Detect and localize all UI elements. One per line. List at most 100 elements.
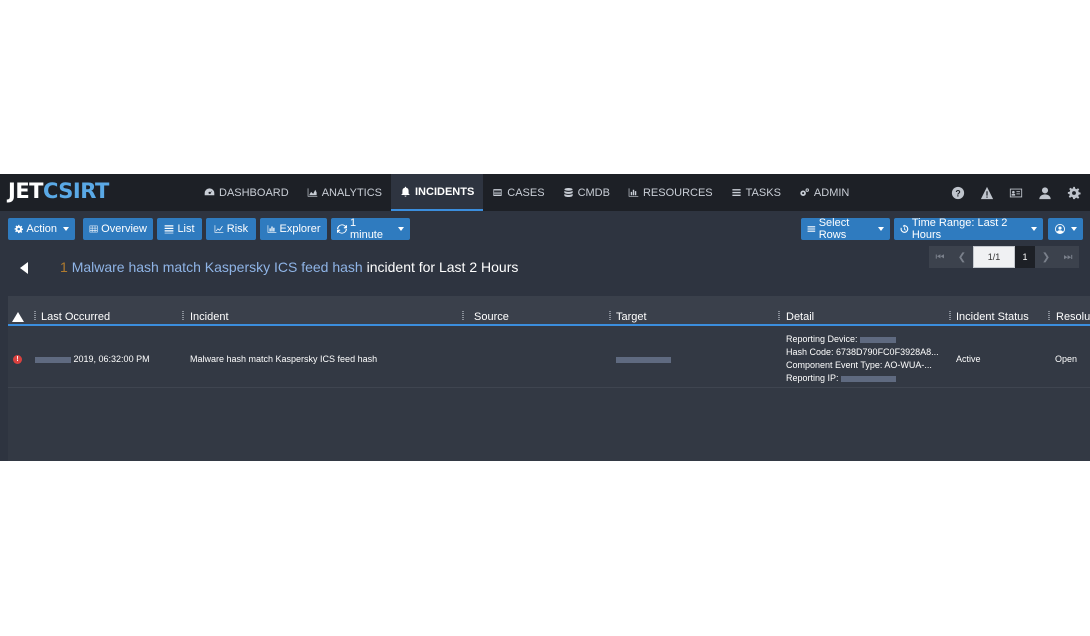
list-icon	[807, 226, 816, 232]
error-icon: !	[13, 355, 22, 364]
bell-icon	[401, 186, 410, 197]
warning-icon	[12, 312, 24, 322]
nav-admin[interactable]: ADMIN	[790, 174, 858, 211]
gear-icon	[14, 224, 24, 234]
user-settings-dropdown[interactable]	[1048, 218, 1083, 240]
cell-target	[616, 354, 671, 364]
nav-analytics-label: ANALYTICS	[321, 186, 382, 199]
col-source[interactable]: Source	[474, 311, 509, 323]
col-resolution[interactable]: Resolu	[1056, 311, 1090, 323]
database-icon	[563, 188, 573, 197]
overview-button[interactable]: Overview	[83, 218, 153, 240]
detail-reporting-device: Reporting Device:	[786, 333, 939, 346]
cogs-icon	[800, 188, 809, 196]
action-dropdown-button[interactable]: Action	[8, 218, 75, 240]
chevron-down-icon	[398, 227, 404, 231]
chevron-down-icon	[878, 227, 884, 231]
refresh-icon	[337, 224, 347, 234]
page-title: 1 Malware hash match Kaspersky ICS feed …	[60, 259, 518, 275]
nav-analytics[interactable]: ANALYTICS	[298, 174, 391, 211]
tasks-icon	[732, 189, 741, 196]
brand-logo[interactable]: JETCSIRT	[8, 179, 109, 203]
id-card-icon[interactable]	[1008, 185, 1024, 201]
detail-component-event-type: Component Event Type: AO-WUA-...	[786, 360, 932, 370]
select-rows-dropdown[interactable]: Select Rows	[801, 217, 890, 241]
cases-icon	[493, 189, 502, 196]
first-page-icon[interactable]: ⏮	[929, 246, 951, 268]
redacted-block	[35, 356, 71, 363]
nav-tasks[interactable]: TASKS	[722, 174, 790, 211]
cell-resolution: Open	[1055, 354, 1078, 364]
user-icon[interactable]	[1037, 185, 1053, 201]
last-occurred-value: 2019, 06:32:00 PM	[73, 354, 150, 364]
column-resize-handle[interactable]	[1048, 311, 1050, 320]
redacted-block	[616, 356, 671, 363]
nav-dashboard[interactable]: DASHBOARD	[195, 174, 298, 211]
col-detail[interactable]: Detail	[786, 311, 814, 323]
nav-resources[interactable]: RESOURCES	[619, 174, 722, 211]
list-button[interactable]: List	[157, 218, 202, 240]
explorer-label: Explorer	[279, 223, 321, 235]
column-resize-handle[interactable]	[949, 311, 951, 320]
line-chart-icon	[214, 225, 224, 233]
prev-page-icon[interactable]: ❮	[951, 246, 973, 268]
page-number[interactable]: 1	[1015, 246, 1035, 268]
incident-count: 1	[60, 259, 68, 275]
chevron-down-icon	[63, 227, 69, 231]
bar-chart-icon	[267, 225, 276, 233]
select-rows-label: Select Rows	[818, 217, 850, 241]
column-resize-handle[interactable]	[34, 311, 36, 320]
nav-cases[interactable]: CASES	[483, 174, 553, 211]
col-last-occurred[interactable]: Last Occurred	[41, 311, 110, 323]
last-page-icon[interactable]: ⏭	[1057, 246, 1079, 268]
overview-label: Overview	[101, 223, 147, 235]
detail-hash-code: Hash Code: 6738D790FC0F3928A8...	[786, 347, 939, 357]
main-nav: DASHBOARD ANALYTICS INCIDENTS CASES CMDB…	[195, 174, 858, 211]
redacted-block	[860, 336, 897, 343]
refresh-label: 1 minute	[349, 217, 383, 241]
explorer-button[interactable]: Explorer	[260, 218, 327, 240]
gear-icon[interactable]	[1066, 185, 1082, 201]
history-icon	[900, 224, 909, 233]
nav-admin-label: ADMIN	[813, 186, 850, 199]
nav-tasks-label: TASKS	[745, 186, 781, 199]
chevron-down-icon	[1031, 227, 1037, 231]
risk-button[interactable]: Risk	[206, 218, 256, 240]
nav-cmdb[interactable]: CMDB	[554, 174, 619, 211]
warning-icon[interactable]	[979, 185, 995, 201]
action-label: Action	[26, 223, 57, 235]
column-resize-handle[interactable]	[609, 311, 611, 320]
time-range-dropdown[interactable]: Time Range: Last 2 Hours	[894, 217, 1043, 241]
chevron-down-icon	[1070, 227, 1077, 231]
nav-incidents-label: INCIDENTS	[415, 185, 475, 198]
column-resize-handle[interactable]	[462, 311, 464, 320]
dashboard-icon	[204, 188, 215, 196]
list-icon	[165, 225, 174, 234]
next-page-icon[interactable]: ❯	[1035, 246, 1057, 268]
nav-incidents[interactable]: INCIDENTS	[391, 174, 484, 211]
svg-text:?: ?	[955, 188, 960, 198]
col-incident-status[interactable]: Incident Status	[956, 311, 1029, 323]
list-label: List	[177, 223, 195, 235]
col-target[interactable]: Target	[616, 311, 647, 323]
incident-name-link[interactable]: Malware hash match Kaspersky ICS feed ha…	[72, 259, 363, 275]
risk-label: Risk	[226, 223, 249, 235]
top-navbar: JETCSIRT DASHBOARD ANALYTICS INCIDENTS C…	[0, 174, 1090, 211]
help-icon[interactable]: ?	[950, 185, 966, 201]
table-icon	[89, 225, 98, 233]
time-range-label: Time Range: Last 2 Hours	[911, 217, 1008, 241]
refresh-interval-dropdown[interactable]: 1 minute	[331, 217, 410, 241]
column-resize-handle[interactable]	[182, 311, 184, 320]
table-header: Last Occurred Incident Source Target Det…	[8, 296, 1090, 326]
page-input[interactable]: 1/1	[973, 246, 1015, 268]
navbar-utilities: ?	[950, 174, 1082, 211]
back-arrow-icon[interactable]	[20, 262, 28, 274]
cell-detail: Reporting Device: Hash Code: 6738D790FC0…	[786, 333, 939, 385]
title-suffix: incident for Last 2 Hours	[366, 259, 519, 275]
table-row[interactable]: ! 2019, 06:32:00 PM Malware hash match K…	[8, 328, 1090, 388]
column-resize-handle[interactable]	[778, 311, 780, 320]
cell-incident[interactable]: Malware hash match Kaspersky ICS feed ha…	[190, 354, 377, 364]
cell-last-occurred: 2019, 06:32:00 PM	[35, 354, 150, 364]
col-incident[interactable]: Incident	[190, 311, 229, 323]
nav-cmdb-label: CMDB	[577, 186, 610, 199]
